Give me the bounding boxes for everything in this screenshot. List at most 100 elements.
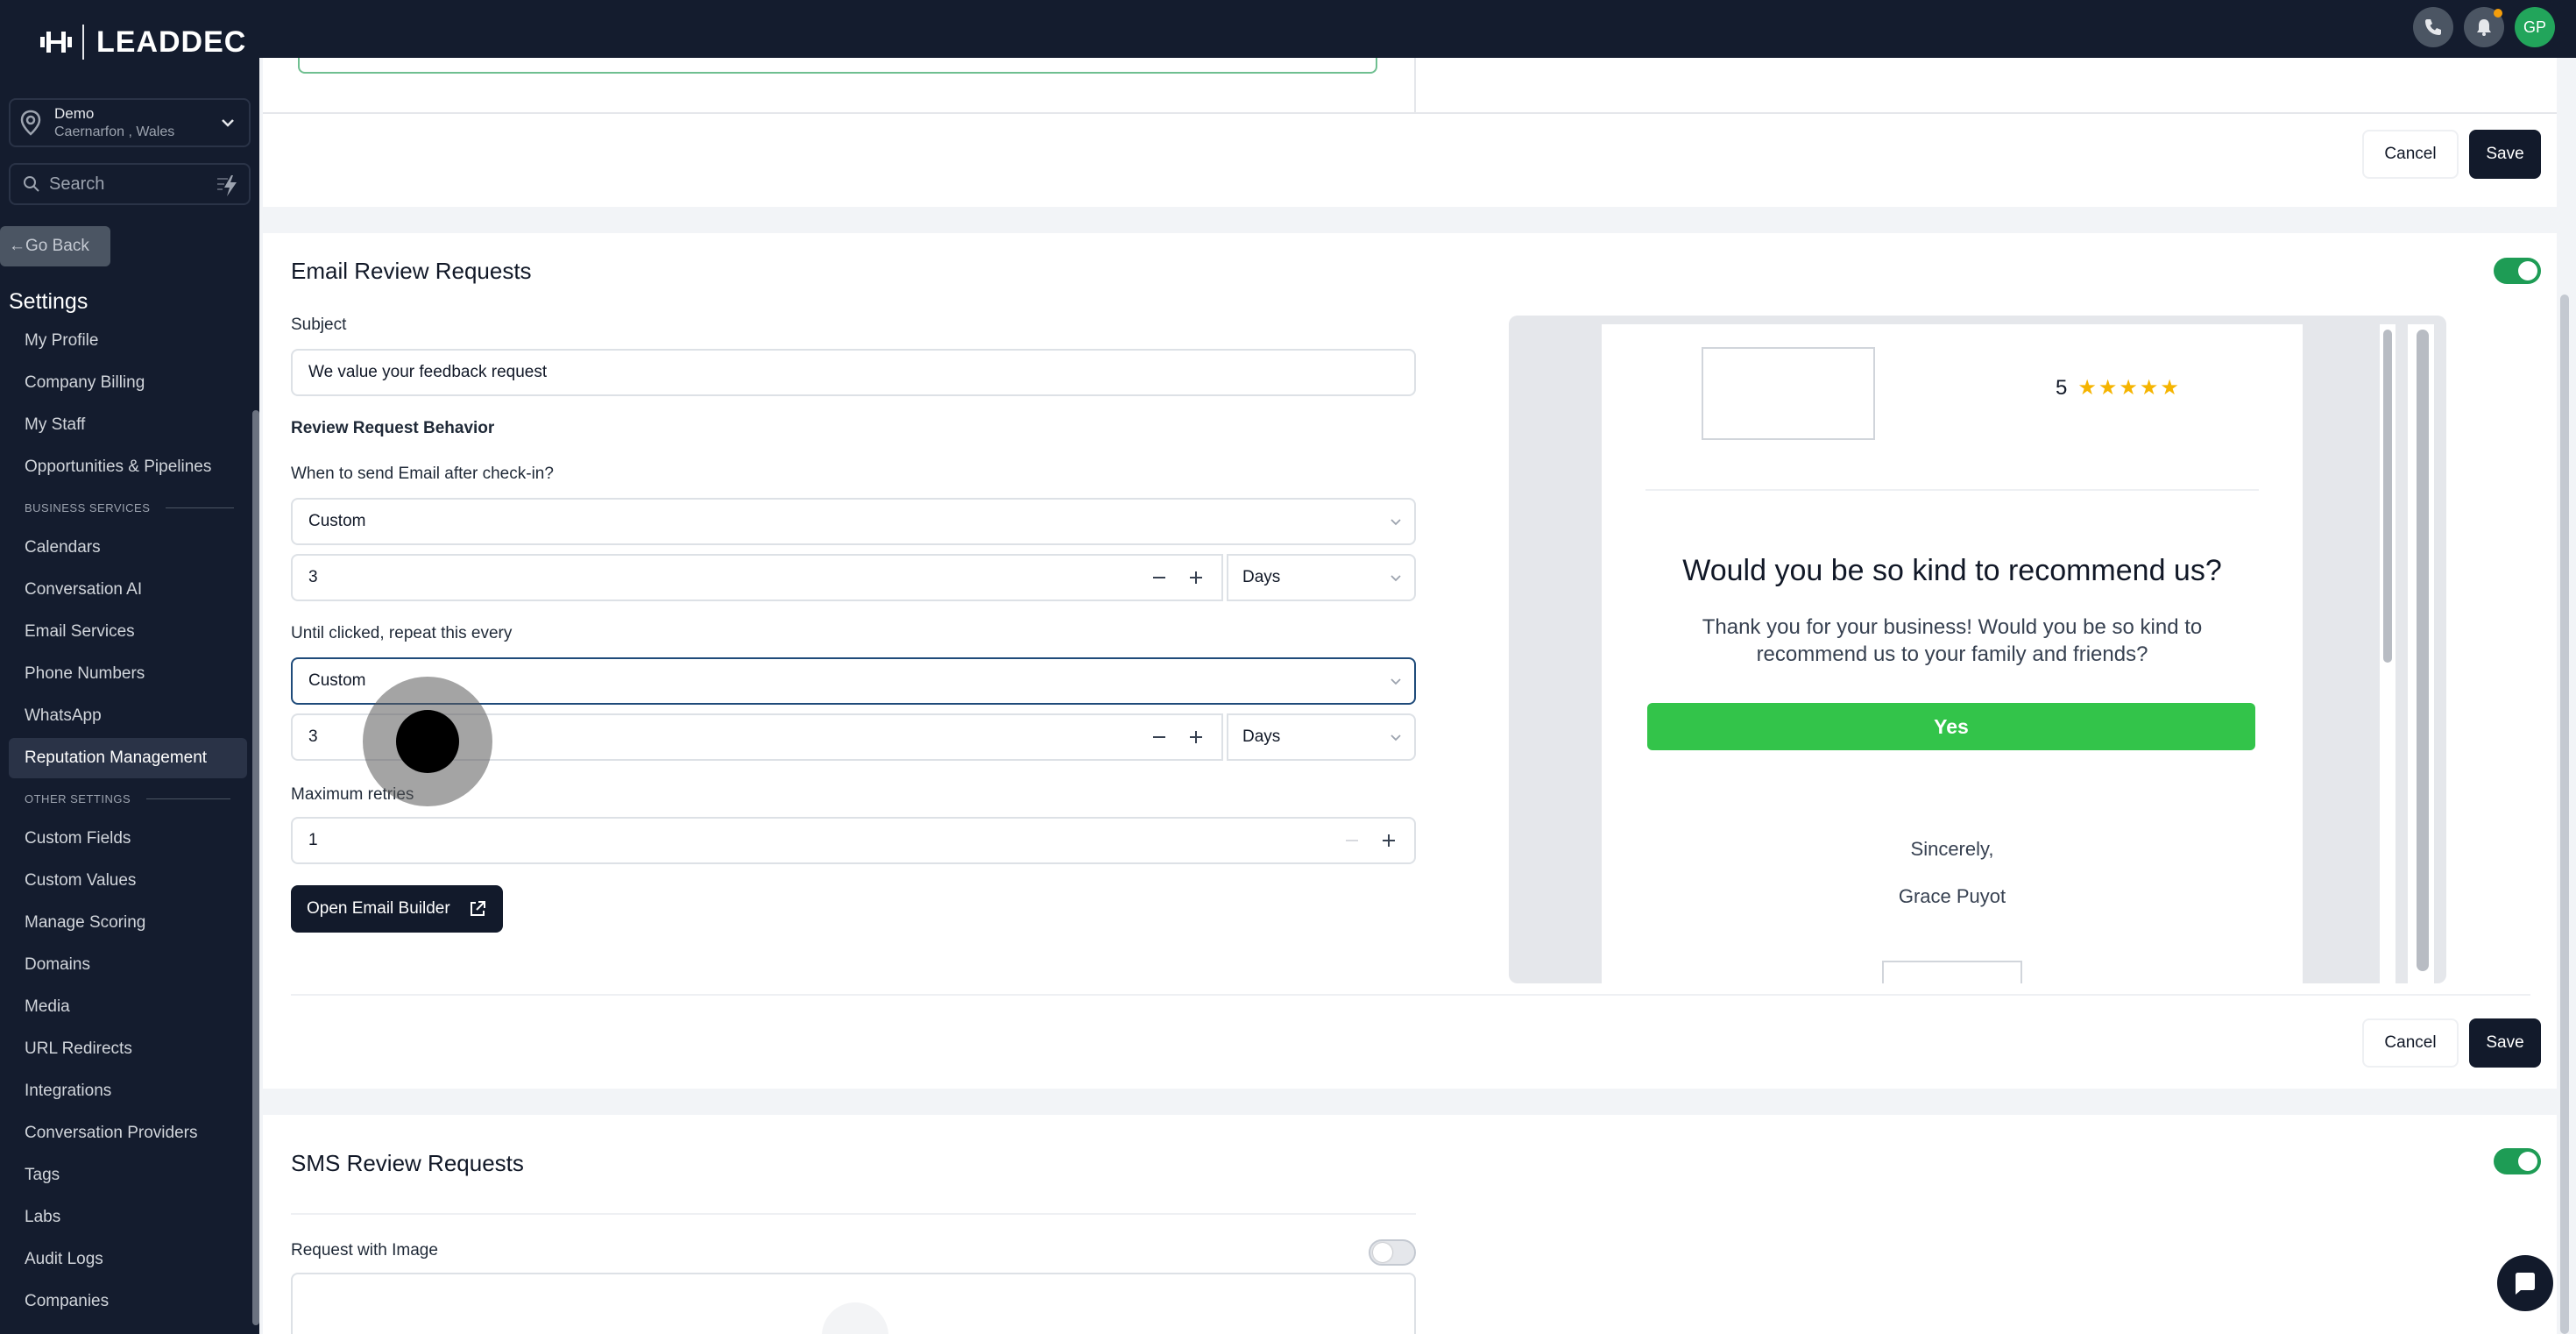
repeat-unit-select[interactable]: Days [1227,713,1416,761]
nav-item-opportunities-pipelines[interactable]: Opportunities & Pipelines [9,447,247,487]
email-yes-button: Yes [1647,703,2255,750]
preview-inner-scrollbar[interactable] [2380,324,2396,983]
nav-item-manage-scoring[interactable]: Manage Scoring [9,903,247,943]
preview-divider [1645,489,2259,491]
nav-item-url-redirects[interactable]: URL Redirects [9,1029,247,1069]
email-footer-placeholder [1882,961,2022,983]
when-unit-select[interactable]: Days [1227,554,1416,601]
nav-item-integrations[interactable]: Integrations [9,1071,247,1111]
subject-input[interactable]: We value your feedback request [291,349,1416,396]
bell-icon [2477,19,2491,36]
email-review-requests-card: Email Review Requests Subject We value y… [263,233,2557,1089]
repeat-label: Until clicked, repeat this every [291,624,513,642]
plus-icon[interactable] [1377,829,1400,852]
image-upload-area[interactable] [291,1273,1416,1334]
minus-icon[interactable] [1341,829,1363,852]
nav-item-custom-values[interactable]: Custom Values [9,861,247,901]
rating-value: 5 [2056,375,2068,400]
settings-heading: Settings [9,289,88,314]
location-address: Caernarfon , Wales [54,124,175,139]
when-amount-stepper[interactable]: 3 [291,554,1223,601]
nav-item-labs[interactable]: Labs [9,1197,247,1238]
search-input[interactable]: Search [9,163,251,205]
nav-item-calendars[interactable]: Calendars [9,528,247,568]
main-scrollbar[interactable] [2560,294,2569,1334]
repeat-amount-value: 3 [308,727,318,746]
external-link-icon [471,901,485,916]
arrow-left-icon: ← [9,237,25,255]
nav-item-media[interactable]: Media [9,987,247,1027]
location-pin-icon [20,110,41,136]
plus-icon[interactable] [1185,726,1207,749]
chat-widget-button[interactable] [2497,1255,2553,1311]
top-bar: GP [259,0,2576,58]
open-email-builder-label: Open Email Builder [307,899,450,918]
plus-icon[interactable] [1185,566,1207,589]
nav-item-phone-numbers[interactable]: Phone Numbers [9,654,247,694]
repeat-value: Custom [308,671,366,690]
sms-review-requests-card: SMS Review Requests Request with Image [263,1115,2557,1334]
nav-section-business-services: BUSINESS SERVICES [25,501,235,514]
quick-action-bolt-icon[interactable] [216,174,240,198]
phone-button[interactable] [2413,7,2453,47]
email-review-toggle[interactable] [2494,258,2541,284]
cursor-dot [396,710,459,773]
chevron-down-icon [1391,678,1401,685]
go-back-button[interactable]: ← Go Back [0,226,110,266]
cancel-button[interactable]: Cancel [2362,1018,2459,1068]
nav-item-my-staff[interactable]: My Staff [9,405,247,445]
go-back-label: Go Back [25,237,89,255]
sidebar: LEADDEC Demo Caernarfon , Wales Search ←… [0,0,259,1334]
request-with-image-toggle[interactable] [1369,1239,1416,1266]
when-to-send-value: Custom [308,512,366,530]
subject-label: Subject [291,316,347,334]
phone-icon [2425,19,2441,35]
nav-item-tags[interactable]: Tags [9,1155,247,1196]
chevron-down-icon [1391,575,1401,582]
nav-item-reputation-management[interactable]: Reputation Management [9,738,247,778]
nav-item-custom-fields[interactable]: Custom Fields [9,819,247,859]
repeat-unit-value: Days [1242,727,1281,746]
logo-icon [40,32,72,53]
search-icon [24,176,39,192]
card-divider [263,112,2557,114]
email-preview: 5 ★★★★★ Would you be so kind to recommen… [1509,316,2446,983]
minus-icon[interactable] [1148,726,1171,749]
nav-section-other-settings: OTHER SETTINGS [25,792,231,805]
max-retries-value: 1 [308,831,318,849]
minus-icon[interactable] [1148,566,1171,589]
when-to-send-select[interactable]: Custom [291,498,1416,545]
cancel-button[interactable]: Cancel [2362,130,2459,179]
sidebar-scrollbar[interactable] [252,410,259,1325]
user-avatar[interactable]: GP [2515,7,2555,47]
nav-item-companies[interactable]: Companies [9,1281,247,1322]
previous-settings-card: Cancel Save [263,58,2557,207]
brand-logo[interactable]: LEADDEC [39,25,246,60]
location-switcher[interactable]: Demo Caernarfon , Wales [9,98,251,147]
nav-item-email-services[interactable]: Email Services [9,612,247,652]
previous-field-outline [298,58,1377,74]
max-retries-stepper[interactable]: 1 [291,817,1416,864]
email-headline: Would you be so kind to recommend us? [1682,554,2222,587]
nav-item-my-profile[interactable]: My Profile [9,321,247,361]
nav-item-conversation-ai[interactable]: Conversation AI [9,570,247,610]
nav-item-domains[interactable]: Domains [9,945,247,985]
open-email-builder-button[interactable]: Open Email Builder [291,885,503,933]
save-button[interactable]: Save [2469,130,2541,179]
nav-item-whatsapp[interactable]: WhatsApp [9,696,247,736]
brand-name: LEADDEC [96,25,247,59]
email-logo-placeholder [1702,347,1875,440]
save-button[interactable]: Save [2469,1018,2541,1068]
search-placeholder: Search [49,174,105,194]
main-content: Cancel Save Email Review Requests Subjec… [259,58,2576,1334]
email-rating: 5 ★★★★★ [2056,375,2181,401]
nav-item-conversation-providers[interactable]: Conversation Providers [9,1113,247,1153]
nav-item-audit-logs[interactable]: Audit Logs [9,1239,247,1280]
when-to-send-label: When to send Email after check-in? [291,465,554,483]
preview-outer-scrollbar[interactable] [2408,324,2434,983]
sms-review-toggle[interactable] [2494,1148,2541,1174]
email-signer: Grace Puyot [1898,885,2006,907]
chevron-down-icon [1391,519,1401,526]
nav-item-company-billing[interactable]: Company Billing [9,363,247,403]
email-body: Thank you for your business! Would you b… [1702,615,2203,667]
